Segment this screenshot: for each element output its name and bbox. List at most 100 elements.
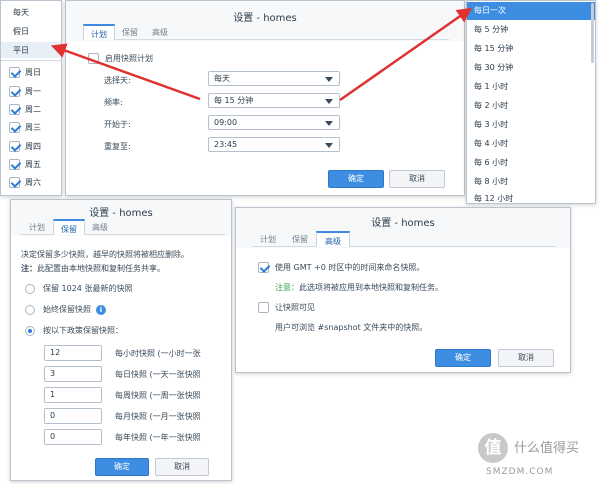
retention-option-policy[interactable]: 按以下政策保留快照： [25,325,123,336]
tab-advanced[interactable]: 高级 [85,218,115,234]
gmt-naming-checkbox[interactable] [258,262,269,273]
dialog-title: 设置 - homes [89,208,153,219]
dropdown-option[interactable]: 每 3 小时 [467,116,595,134]
retention-note: 注：此配置由本地快照和复制任务共享。 [21,264,165,273]
checkbox[interactable] [9,140,20,152]
tab-advanced[interactable]: 高级 [316,231,350,247]
day-checkbox-thursday[interactable]: 周四 [9,138,41,154]
gmt-attention-note: 注意：此选项将被应用到本地快照和复制任务。 [275,283,443,292]
tab-schedule[interactable]: 计划 [83,24,115,40]
field-label-day: 选择天: [104,76,131,85]
ok-button[interactable]: 确定 [328,170,384,188]
snapshot-visible-row[interactable]: 让快照可见 [258,302,315,313]
retention-description: 决定保留多少快照，越早的快照将被相应删除。 [21,250,189,259]
radio-button[interactable] [25,304,35,315]
cancel-button[interactable]: 取消 [389,170,445,188]
dialog-title: 设置 - homes [371,218,435,229]
gmt-naming-row[interactable]: 使用 GMT +0 时区中的时间来命名快照。 [258,262,424,273]
chevron-down-icon [325,77,333,82]
checkbox[interactable] [9,176,20,188]
retention-option-always[interactable]: 始终保留快照 i [25,304,106,315]
snapshot-visible-checkbox[interactable] [258,302,269,313]
snapshot-visible-desc: 用户可浏览 #snapshot 文件夹中的快照。 [275,323,428,332]
field-label-start: 开始于: [104,120,131,129]
hourly-policy-label: 每小时快照 (一小时一张 [115,349,201,358]
day-checkbox-friday[interactable]: 周五 [9,156,41,172]
dialog-title: 设置 - homes [233,13,297,24]
start-time-select[interactable]: 09:00 [208,115,340,130]
tab-bar: 计划 保留 高级 [252,230,556,247]
schedule-settings-dialog: 设置 - homes 计划 保留 高级 启用快照计划 选择天: 每天 频率: 每… [65,0,465,196]
day-checkbox-wednesday[interactable]: 周三 [9,119,41,135]
watermark: 值 什么值得买 SMZDM.COM [476,431,596,481]
dropdown-option[interactable]: 每 4 小时 [467,135,595,153]
monthly-policy-label: 每月快照 (一月一张快照 [115,412,201,421]
frequency-select[interactable]: 每 15 分钟 [208,93,340,108]
day-checkbox-monday[interactable]: 周一 [9,83,41,99]
day-selector-menu: 每天 假日 平日 周日 周一 周二 周三 周四 周五 周六 [0,0,62,196]
dropdown-option[interactable]: 每 8 小时 [467,173,595,191]
tab-retention[interactable]: 保留 [284,230,316,246]
checkbox[interactable] [9,85,20,97]
radio-button[interactable] [25,283,35,294]
tab-retention[interactable]: 保留 [115,23,145,39]
watermark-subtext: SMZDM.COM [486,467,554,477]
retention-settings-dialog: 设置 - homes 计划 保留 高级 决定保留多少快照，越早的快照将被相应删除… [10,199,232,481]
advanced-settings-dialog: 设置 - homes 计划 保留 高级 使用 GMT +0 时区中的时间来命名快… [235,207,571,373]
tab-advanced[interactable]: 高级 [145,23,175,39]
menu-item-holiday[interactable]: 假日 [13,23,29,39]
repeat-until-select[interactable]: 23:45 [208,137,340,152]
hourly-count-input[interactable]: 12 [44,345,102,361]
tab-bar: 计划 保留 高级 [21,218,225,235]
scrollbar[interactable] [591,3,594,63]
radio-button[interactable] [25,325,35,336]
frequency-dropdown-list: 每日一次 每 5 分钟 每 15 分钟 每 30 分钟 每 1 小时 每 2 小… [466,0,596,204]
day-checkbox-sunday[interactable]: 周日 [9,64,41,80]
field-label-frequency: 频率: [104,98,123,107]
day-checkbox-saturday[interactable]: 周六 [9,174,41,190]
watermark-text: 什么值得买 [514,441,580,456]
tab-schedule[interactable]: 计划 [252,230,284,246]
info-icon[interactable]: i [96,304,106,315]
ok-button[interactable]: 确定 [95,458,149,476]
monthly-count-input[interactable]: 0 [44,408,102,424]
dropdown-option[interactable]: 每 2 小时 [467,97,595,115]
tab-bar: 计划 保留 高级 [83,23,449,40]
chevron-down-icon [325,121,333,126]
enable-schedule-checkbox[interactable] [88,53,99,64]
chevron-down-icon [325,99,333,104]
menu-divider [1,60,61,61]
watermark-logo-icon: 值 [478,433,508,463]
menu-item-everyday[interactable]: 每天 [13,4,29,20]
weekly-policy-label: 每周快照 (一周一张快照 [115,391,201,400]
weekly-count-input[interactable]: 1 [44,387,102,403]
checkbox[interactable] [9,103,20,115]
enable-schedule-label: 启用快照计划 [105,54,153,63]
daily-policy-label: 每日快照 (一天一张快照 [115,370,201,379]
day-select[interactable]: 每天 [208,71,340,86]
enable-schedule-row[interactable]: 启用快照计划 [88,53,153,64]
dropdown-option[interactable]: 每日一次 [467,2,595,20]
tab-schedule[interactable]: 计划 [21,218,53,234]
yearly-count-input[interactable]: 0 [44,429,102,445]
cancel-button[interactable]: 取消 [155,458,209,476]
daily-count-input[interactable]: 3 [44,366,102,382]
cancel-button[interactable]: 取消 [498,349,554,367]
dropdown-option[interactable]: 每 12 小时 [467,190,595,203]
ok-button[interactable]: 确定 [435,349,491,367]
yearly-policy-label: 每年快照 (一年一张快照 [115,433,201,442]
checkbox[interactable] [9,121,20,133]
tab-retention[interactable]: 保留 [53,219,85,235]
dropdown-option[interactable]: 每 30 分钟 [467,59,595,77]
menu-item-weekday[interactable]: 平日 [1,42,61,58]
dropdown-option[interactable]: 每 5 分钟 [467,21,595,39]
chevron-down-icon [325,143,333,148]
field-label-repeat-until: 重复至: [104,142,131,151]
dropdown-option[interactable]: 每 15 分钟 [467,40,595,58]
retention-option-latest[interactable]: 保留 1024 张最新的快照 [25,283,132,294]
dropdown-option[interactable]: 每 6 小时 [467,154,595,172]
checkbox[interactable] [9,158,20,170]
day-checkbox-tuesday[interactable]: 周二 [9,101,41,117]
dropdown-option[interactable]: 每 1 小时 [467,78,595,96]
checkbox[interactable] [9,66,20,78]
